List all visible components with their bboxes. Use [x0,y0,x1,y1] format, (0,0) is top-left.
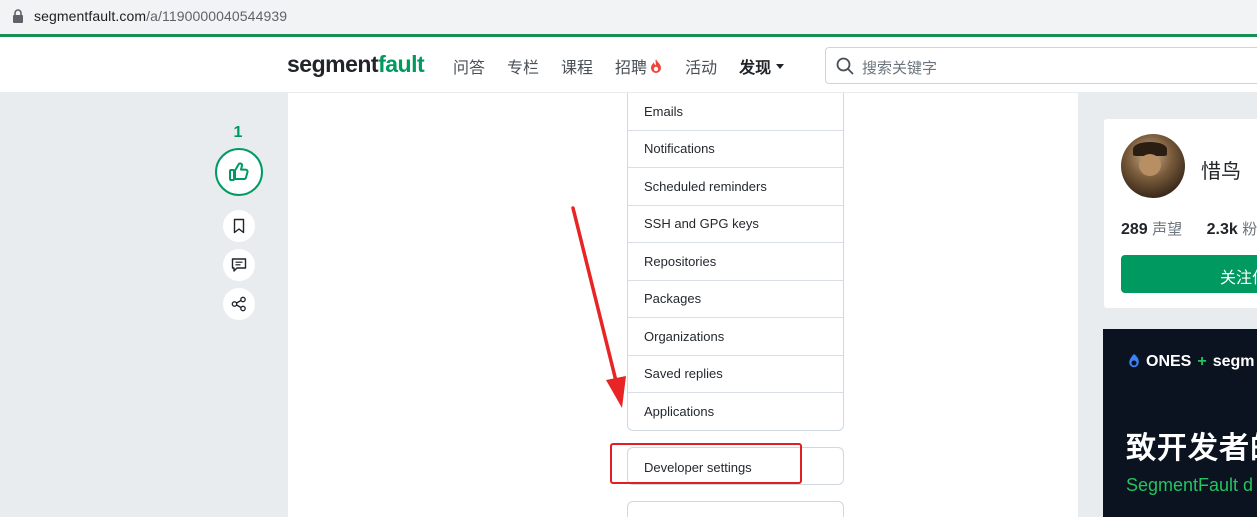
thumbs-up-icon [229,162,249,181]
ones-logo-icon [1129,354,1139,368]
ad-plus: + [1197,353,1207,370]
settings-menu-next-section [627,501,844,517]
ad-banner[interactable]: ONES + segm 致开发者的 SegmentFault d [1103,329,1257,517]
menu-item-label: SSH and GPG keys [644,216,759,232]
reputation-value: 289 [1121,221,1148,238]
nav-item-jobs[interactable]: 招聘 [615,54,663,78]
share-icon [231,296,246,312]
menu-item-label: Notifications [644,141,715,157]
nav-label: 问答 [453,60,486,77]
nav-label: 招聘 [615,60,648,77]
browser-address-bar[interactable]: segmentfault.com/a/1190000040544939 [0,0,1257,34]
menu-item-label: Repositories [644,253,717,269]
lock-icon [13,9,23,23]
annotation-highlight-box [610,443,802,484]
followers-label: 粉 [1242,221,1257,238]
menu-item-notifications[interactable]: Notifications [628,131,843,168]
menu-item-saved-replies[interactable]: Saved replies [628,356,843,393]
ad-logo: ONES + segm [1126,353,1254,371]
site-logo[interactable]: segmentfault [287,51,425,78]
comment-icon [231,258,247,272]
avatar[interactable] [1121,134,1185,198]
nav-label: 发现 [739,60,772,77]
author-card: 惜鸟 289 声望 2.3k 粉 关注作 [1103,118,1257,309]
like-button[interactable] [215,148,263,196]
main-nav: 问答 专栏 课程 招聘 活动 发现 [453,54,806,78]
menu-item-label: Scheduled reminders [644,178,767,194]
bookmark-icon [233,218,245,234]
reputation-label: 声望 [1152,221,1183,238]
site-header: segmentfault 问答 专栏 课程 招聘 活动 发现 搜索关键字 [0,37,1257,93]
author-name[interactable]: 惜鸟 [1201,155,1241,184]
nav-item-events[interactable]: 活动 [685,54,717,78]
menu-item-label: Saved replies [644,366,723,382]
logo-text-segment: segment [287,51,379,77]
follow-button-label: 关注作 [1220,270,1257,287]
followers-value: 2.3k [1206,221,1238,238]
settings-menu: Emails Notifications Scheduled reminders… [627,93,844,431]
url-host: segmentfault.com [34,8,147,24]
nav-item-columns[interactable]: 专栏 [507,54,539,78]
menu-item-packages[interactable]: Packages [628,281,843,318]
menu-item-ssh-gpg-keys[interactable]: SSH and GPG keys [628,206,843,243]
chevron-down-icon [776,63,785,69]
bookmark-button[interactable] [223,210,255,242]
url-text[interactable]: segmentfault.com/a/1190000040544939 [34,8,287,24]
annotation-arrow [571,206,626,408]
fire-icon [651,59,662,73]
menu-item-emails[interactable]: Emails [628,93,843,131]
menu-item-applications[interactable]: Applications [628,393,843,430]
share-button[interactable] [223,288,255,320]
ad-subline: SegmentFault d [1126,475,1254,495]
menu-item-scheduled-reminders[interactable]: Scheduled reminders [628,168,843,206]
nav-label: 活动 [685,60,718,77]
ad-partner: segm [1212,353,1255,370]
menu-item-label: Applications [644,404,715,420]
logo-text-fault: fault [378,51,425,77]
nav-label: 专栏 [507,60,540,77]
search-input[interactable]: 搜索关键字 [825,47,1257,84]
author-stats: 289 声望 2.3k 粉 [1121,218,1257,239]
vote-count: 1 [233,124,243,141]
nav-item-courses[interactable]: 课程 [561,54,593,78]
nav-item-discover[interactable]: 发现 [739,54,785,78]
menu-item-repositories[interactable]: Repositories [628,243,843,281]
url-path: /a/1190000040544939 [146,8,288,24]
search-placeholder: 搜索关键字 [862,60,938,77]
follow-author-button[interactable]: 关注作 [1121,255,1257,293]
comment-button[interactable] [223,249,255,281]
menu-item-label: Emails [644,103,684,119]
nav-label: 课程 [561,60,594,77]
nav-item-questions[interactable]: 问答 [453,54,485,78]
ad-headline: 致开发者的 [1126,432,1257,465]
menu-item-label: Packages [644,291,702,307]
menu-item-organizations[interactable]: Organizations [628,318,843,356]
ad-brand: ONES [1146,353,1192,370]
search-icon [836,57,854,75]
menu-item-label: Organizations [644,328,725,344]
